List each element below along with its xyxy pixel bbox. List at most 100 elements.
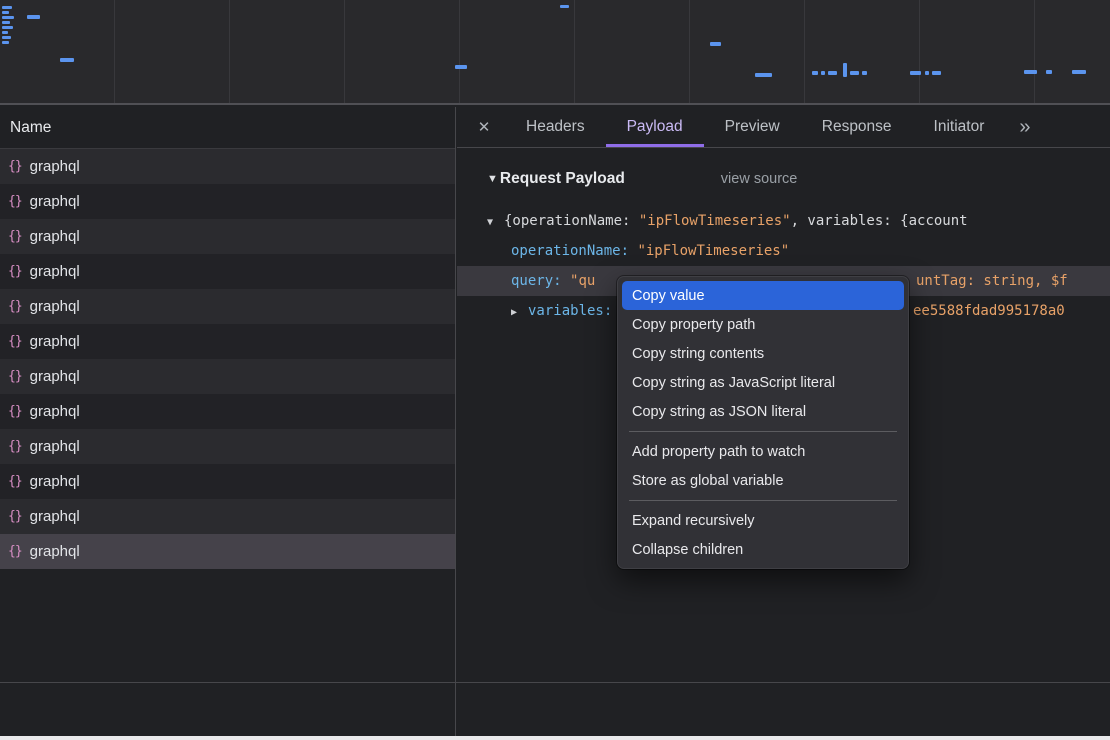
tab-initiator[interactable]: Initiator: [913, 107, 1006, 147]
json-braces-icon: {}: [8, 159, 22, 174]
timeline-activity-bar: [828, 71, 837, 75]
timeline-activity-bar: [2, 41, 9, 44]
json-braces-icon: {}: [8, 264, 22, 279]
context-menu: Copy valueCopy property pathCopy string …: [617, 276, 909, 569]
json-string-value: "qu: [570, 273, 595, 289]
request-name: graphql: [30, 333, 80, 350]
json-braces-icon: {}: [8, 474, 22, 489]
tab-headers[interactable]: Headers: [505, 107, 606, 147]
timeline-activity-bar: [560, 5, 569, 8]
request-name: graphql: [30, 228, 80, 245]
timeline-gridline: [804, 0, 805, 103]
request-name: graphql: [30, 508, 80, 525]
timeline-activity-bar: [755, 73, 772, 77]
tab-payload[interactable]: Payload: [606, 107, 704, 147]
operation-name-row[interactable]: operationName: "ipFlowTimeseries": [487, 236, 1110, 266]
request-payload-section-header: ▼ Request Payload view source: [487, 164, 1110, 194]
request-name: graphql: [30, 438, 80, 455]
timeline-gridline: [689, 0, 690, 103]
close-icon: ✕: [478, 118, 491, 136]
json-string-value: "ipFlowTimeseries": [637, 243, 789, 259]
menu-item-copy-string-as-javascript-literal[interactable]: Copy string as JavaScript literal: [622, 368, 904, 397]
network-request-row[interactable]: {} graphql: [0, 289, 455, 324]
timeline-activity-bar: [1072, 70, 1086, 74]
column-header-name[interactable]: Name: [0, 107, 455, 149]
network-request-row[interactable]: {} graphql: [0, 219, 455, 254]
network-overview-timeline[interactable]: [0, 0, 1110, 105]
timeline-activity-bar: [1046, 70, 1052, 74]
timeline-activity-bar: [843, 63, 847, 77]
timeline-activity-bar: [910, 71, 921, 75]
timeline-activity-bar: [710, 42, 721, 46]
timeline-activity-bar: [932, 71, 941, 75]
request-name: graphql: [30, 473, 80, 490]
network-request-row[interactable]: {}graphql: [0, 499, 455, 534]
timeline-activity-bar: [1024, 70, 1037, 74]
preview-suffix: , variables: {account: [791, 213, 968, 229]
close-button[interactable]: ✕: [467, 107, 501, 147]
timeline-gridline: [114, 0, 115, 103]
timeline-activity-bar: [862, 71, 867, 75]
menu-item-copy-string-contents[interactable]: Copy string contents: [622, 339, 904, 368]
menu-item-add-property-path-to-watch[interactable]: Add property path to watch: [622, 437, 904, 466]
devtools-window: Name {}graphql{}graphql{}graphql{}graphq…: [0, 0, 1110, 740]
json-braces-icon: {}: [8, 404, 22, 419]
request-name: graphql: [30, 158, 80, 175]
timeline-gridline: [229, 0, 230, 103]
json-braces-icon: {}: [8, 299, 22, 314]
json-braces-icon: {}: [8, 439, 22, 454]
timeline-activity-bar: [455, 65, 467, 69]
network-request-row[interactable]: {} graphql: [0, 464, 455, 499]
window-bottom-edge: [0, 736, 1110, 740]
network-request-list: {} graphql {} graphql {} graphql {} graphql {} gr…: [0, 149, 455, 569]
menu-separator: [629, 500, 897, 501]
menu-separator: [629, 431, 897, 432]
more-tabs-button[interactable]: »: [1007, 116, 1042, 139]
request-name: graphql: [30, 263, 80, 280]
section-expander-icon[interactable]: ▼: [487, 173, 498, 185]
variables-row-continuation: ee5588fdad995178a0: [913, 296, 1065, 326]
json-braces-icon: {}: [8, 194, 22, 209]
json-braces-icon: {}: [8, 229, 22, 244]
menu-item-copy-string-as-json-literal[interactable]: Copy string as JSON literal: [622, 397, 904, 426]
timeline-activity-bar: [812, 71, 818, 75]
expander-open-icon[interactable]: ▼: [487, 208, 497, 238]
preview-string: "ipFlowTimeseries": [639, 213, 791, 229]
timeline-activity-bar: [60, 58, 74, 62]
menu-item-expand-recursively[interactable]: Expand recursively: [622, 506, 904, 535]
request-name: graphql: [30, 403, 80, 420]
request-name: graphql: [30, 298, 80, 315]
tab-preview[interactable]: Preview: [704, 107, 801, 147]
expander-closed-icon[interactable]: ▶: [511, 298, 521, 328]
timeline-activity-bar: [2, 16, 14, 19]
menu-item-copy-value[interactable]: Copy value: [622, 281, 904, 310]
timeline-gridline: [919, 0, 920, 103]
footer-divider: [0, 682, 1110, 683]
json-key: query:: [511, 273, 570, 289]
json-braces-icon: {}: [8, 544, 22, 559]
network-request-row[interactable]: {}graphql: [0, 359, 455, 394]
timeline-gridline: [1034, 0, 1035, 103]
network-request-row[interactable]: {} graphql: [0, 254, 455, 289]
timeline-activity-bar: [850, 71, 859, 75]
request-name: graphql: [30, 193, 80, 210]
json-key: operationName:: [511, 243, 637, 259]
timeline-activity-bar: [27, 15, 40, 19]
network-request-row[interactable]: {}graphql: [0, 324, 455, 359]
timeline-activity-bar: [925, 71, 929, 75]
tab-response[interactable]: Response: [801, 107, 913, 147]
view-source-link[interactable]: view source: [721, 171, 798, 187]
network-request-row[interactable]: {} graphql: [0, 149, 455, 184]
menu-item-store-as-global-variable[interactable]: Store as global variable: [622, 466, 904, 495]
preview-prefix: {operationName:: [504, 213, 639, 229]
menu-item-collapse-children[interactable]: Collapse children: [622, 535, 904, 564]
details-tabbar: ✕ HeadersPayloadPreviewResponseInitiator…: [457, 107, 1110, 148]
network-request-row[interactable]: {} graphql: [0, 429, 455, 464]
network-request-row[interactable]: {} graphql: [0, 534, 455, 569]
menu-item-copy-property-path[interactable]: Copy property path: [622, 310, 904, 339]
timeline-activity-bar: [2, 21, 10, 24]
request-name: graphql: [30, 543, 80, 560]
network-request-row[interactable]: {} graphql: [0, 184, 455, 219]
network-request-row[interactable]: {} graphql: [0, 394, 455, 429]
payload-preview-row[interactable]: ▼ {operationName: "ipFlowTimeseries", var…: [487, 206, 1110, 236]
